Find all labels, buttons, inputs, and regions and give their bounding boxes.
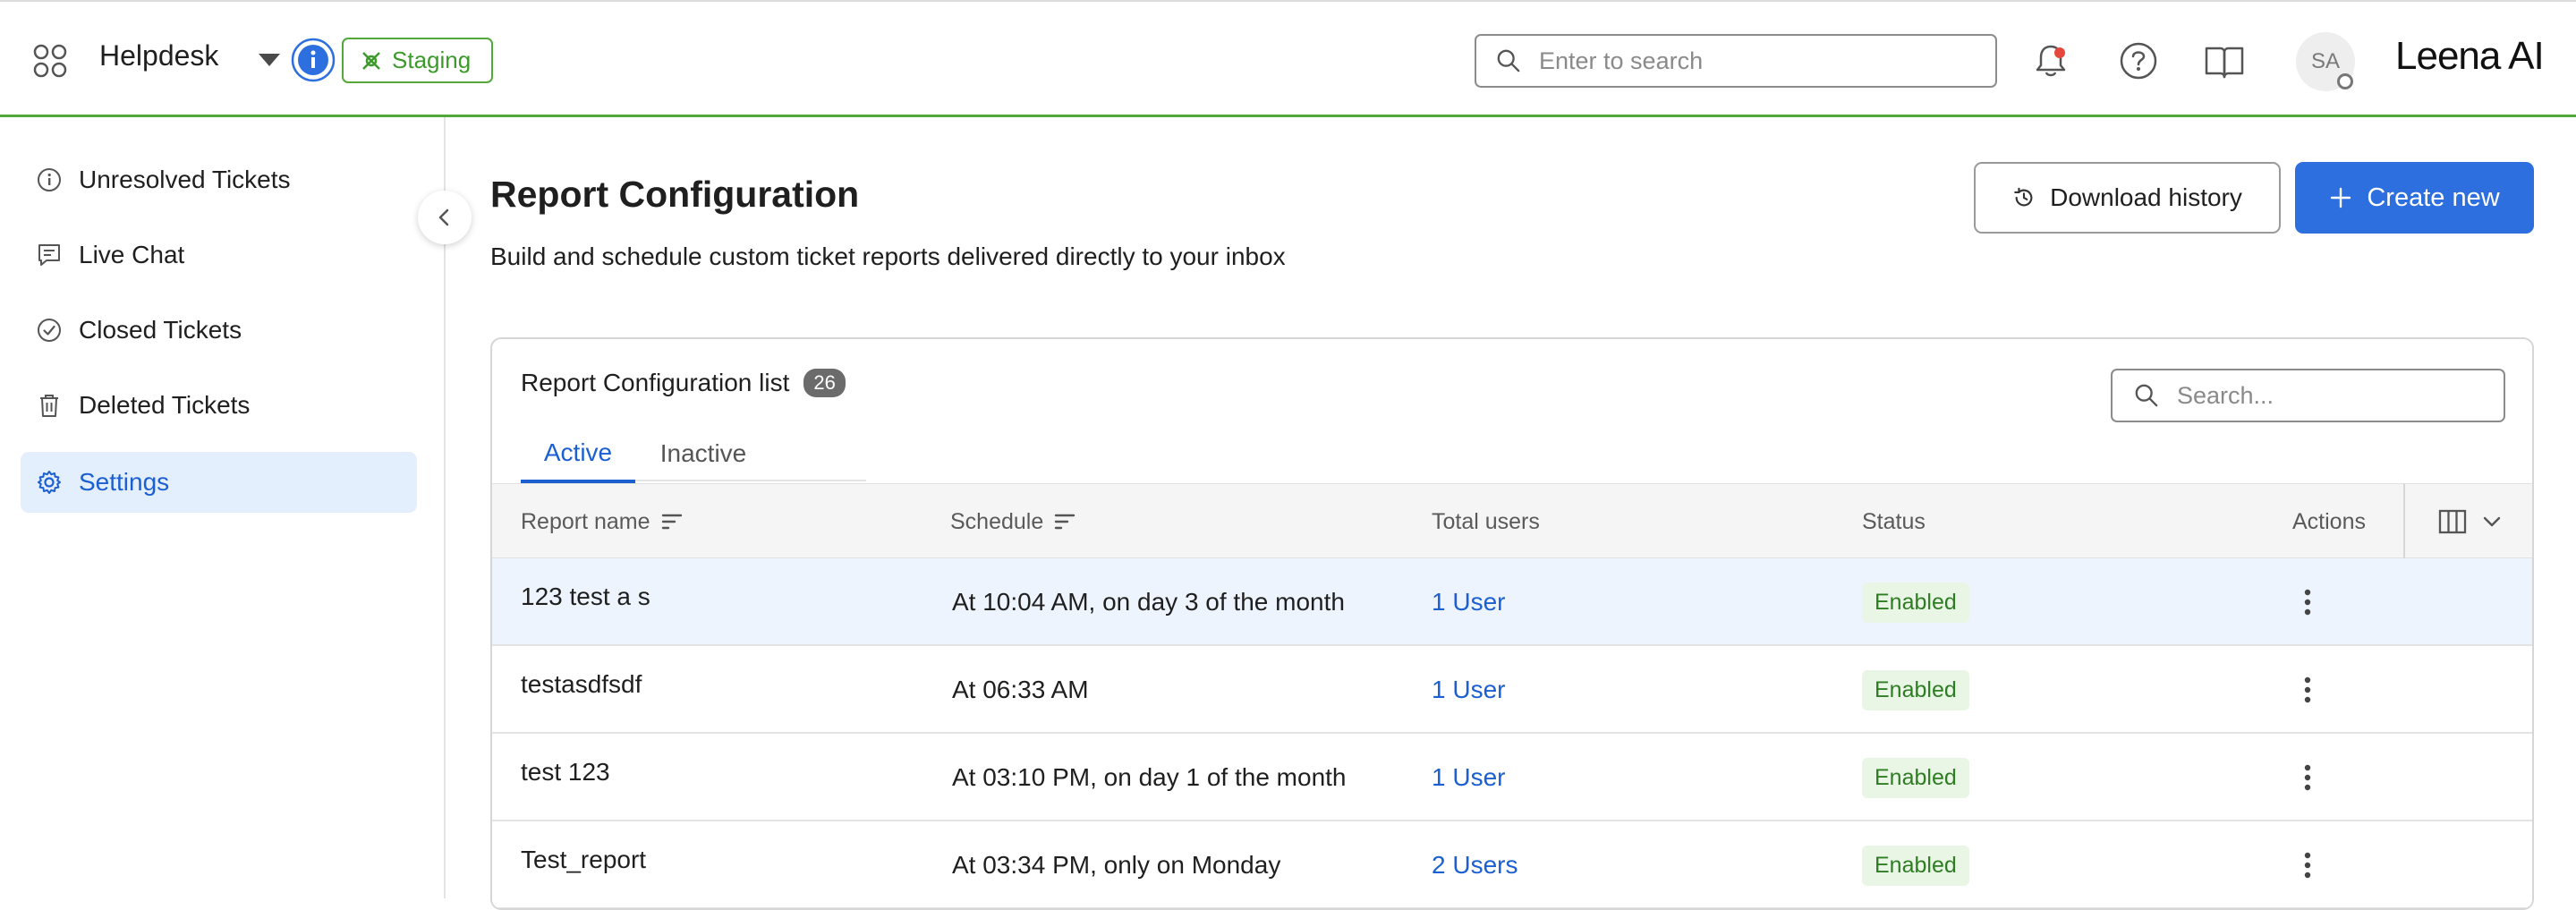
sidebar-item-closed-tickets[interactable]: Closed Tickets <box>21 300 417 361</box>
table-row[interactable]: Test_report At 03:34 PM, only on Monday … <box>492 821 2532 908</box>
help-icon[interactable] <box>2119 41 2158 81</box>
schedule-cell: At 03:10 PM, on day 1 of the month <box>952 763 1347 791</box>
tab-inactive[interactable]: Inactive <box>646 426 761 481</box>
sidebar-item-live-chat[interactable]: Live Chat <box>21 225 417 285</box>
status-badge: Enabled <box>1862 845 1969 886</box>
status-cell: Enabled <box>1862 821 1969 908</box>
chevron-down-icon <box>2481 511 2503 532</box>
plus-icon <box>2329 186 2352 209</box>
columns-icon <box>2438 509 2467 534</box>
top-bar: Helpdesk Staging Enter to search SA Leen… <box>0 0 2576 117</box>
report-name-cell: 123 test a s <box>521 583 650 610</box>
schedule-cell: At 06:33 AM <box>952 676 1089 703</box>
status-badge: Enabled <box>1862 757 1969 798</box>
sidebar: Unresolved Tickets Live Chat Closed Tick… <box>0 117 446 898</box>
download-history-label: Download history <box>2050 183 2242 211</box>
brand-logo: Leena AI <box>2395 34 2545 78</box>
create-new-button[interactable]: Create new <box>2295 162 2534 234</box>
collapse-sidebar-button[interactable] <box>418 191 472 244</box>
sort-icon[interactable] <box>1054 513 1075 531</box>
page-subtitle: Build and schedule custom ticket reports… <box>490 242 1286 270</box>
download-history-button[interactable]: Download history <box>1974 162 2281 234</box>
list-title: Report Configuration list <box>521 369 790 396</box>
notifications-bell-icon[interactable] <box>2031 41 2070 81</box>
column-header-schedule[interactable]: Schedule <box>950 484 1075 559</box>
report-name-cell: Test_report <box>521 846 647 873</box>
tab-active[interactable]: Active <box>521 426 635 483</box>
status-cell: Enabled <box>1862 558 1969 646</box>
total-users-link[interactable]: 1 User <box>1432 734 1505 821</box>
status-cell: Enabled <box>1862 734 1969 821</box>
list-header: Report Configuration list 26 <box>521 369 846 397</box>
gear-icon <box>36 469 63 496</box>
environment-label: Staging <box>392 47 472 73</box>
column-header-report-name[interactable]: Report name <box>521 484 683 559</box>
row-actions-more-icon[interactable] <box>2290 586 2325 618</box>
total-users-link[interactable]: 1 User <box>1432 646 1505 734</box>
status-badge: Enabled <box>1862 582 1969 623</box>
chevron-left-icon <box>434 207 455 228</box>
schedule-cell: At 03:34 PM, only on Monday <box>952 851 1281 879</box>
sidebar-item-label: Closed Tickets <box>79 316 242 344</box>
info-icon[interactable] <box>291 38 336 82</box>
sidebar-item-label: Live Chat <box>79 241 185 268</box>
environment-badge: Staging <box>342 38 493 83</box>
app-launcher-icon[interactable] <box>33 44 67 78</box>
sidebar-item-unresolved-tickets[interactable]: Unresolved Tickets <box>21 149 417 210</box>
sidebar-item-label: Deleted Tickets <box>79 391 251 419</box>
table-row[interactable]: testasdfsdf At 06:33 AM 1 User Enabled <box>492 646 2532 734</box>
column-label: Schedule <box>950 508 1044 534</box>
avatar-initials: SA <box>2310 49 2340 73</box>
list-count-badge: 26 <box>803 369 846 397</box>
status-badge: Enabled <box>1862 669 1969 710</box>
staging-icon <box>360 49 383 72</box>
list-search[interactable] <box>2111 369 2505 422</box>
column-label: Report name <box>521 508 650 534</box>
create-new-label: Create new <box>2367 183 2500 212</box>
trash-icon <box>36 392 63 419</box>
avatar-status-icon <box>2337 73 2353 89</box>
page-title: Report Configuration <box>490 174 860 215</box>
info-circle-icon <box>36 166 63 193</box>
sidebar-item-deleted-tickets[interactable]: Deleted Tickets <box>21 375 417 436</box>
table-header: Report name Schedule Total users Status … <box>492 483 2532 559</box>
schedule-cell: At 10:04 AM, on day 3 of the month <box>952 588 1345 616</box>
row-actions-more-icon[interactable] <box>2290 674 2325 706</box>
sort-icon[interactable] <box>661 513 683 531</box>
row-actions-more-icon[interactable] <box>2290 849 2325 881</box>
app-switcher-chevron-down-icon[interactable] <box>259 54 280 66</box>
column-header-status: Status <box>1862 508 1926 534</box>
status-cell: Enabled <box>1862 646 1969 734</box>
report-configuration-list-card: Report Configuration list 26 Active Inac… <box>490 337 2534 910</box>
table-row[interactable]: 123 test a s At 10:04 AM, on day 3 of th… <box>492 558 2532 646</box>
knowledge-base-book-icon[interactable] <box>2204 43 2245 81</box>
table-row[interactable]: test 123 At 03:10 PM, on day 1 of the mo… <box>492 734 2532 821</box>
sidebar-item-settings[interactable]: Settings <box>21 452 417 513</box>
app-name: Helpdesk <box>99 39 219 72</box>
search-icon <box>2134 383 2159 408</box>
history-icon <box>2012 186 2036 209</box>
total-users-link[interactable]: 1 User <box>1432 558 1505 646</box>
global-search[interactable] <box>1475 34 1997 88</box>
column-visibility-toggle[interactable] <box>2403 484 2532 559</box>
list-search-input[interactable] <box>2175 380 2479 411</box>
status-tabs: Active Inactive <box>521 426 866 483</box>
report-name-cell: test 123 <box>521 758 610 786</box>
column-header-actions: Actions <box>2292 508 2366 534</box>
chat-icon <box>36 242 63 268</box>
row-actions-more-icon[interactable] <box>2290 761 2325 794</box>
report-name-cell: testasdfsdf <box>521 670 642 698</box>
total-users-link[interactable]: 2 Users <box>1432 821 1518 908</box>
check-circle-icon <box>36 317 63 344</box>
search-icon <box>1496 48 1521 73</box>
column-header-total-users: Total users <box>1432 508 1540 534</box>
global-search-input[interactable] <box>1537 46 1967 76</box>
sidebar-item-label: Settings <box>79 468 170 496</box>
sidebar-item-label: Unresolved Tickets <box>79 166 291 193</box>
